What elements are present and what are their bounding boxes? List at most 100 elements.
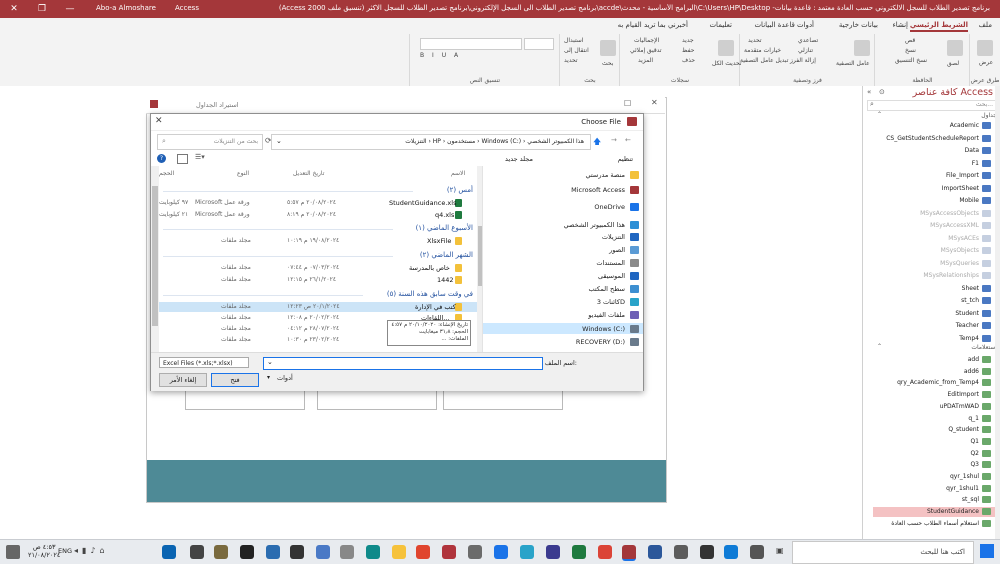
cut-button[interactable]: قص bbox=[905, 37, 915, 44]
group-header[interactable]: الشهر الماضي (٢) bbox=[420, 251, 473, 259]
save-record-button[interactable]: حفظ bbox=[682, 47, 694, 54]
selection-button[interactable]: تحديد bbox=[748, 37, 762, 44]
tab-create[interactable]: إنشاء bbox=[892, 21, 908, 29]
nav-item-drive-d[interactable]: RECOVERY (D:) bbox=[576, 338, 625, 346]
query-item[interactable]: qyr_1shul1 bbox=[946, 485, 979, 492]
filename-input[interactable]: ⌄ bbox=[263, 357, 543, 370]
filter-button[interactable]: عامل التصفية bbox=[836, 60, 870, 67]
nav-search-input[interactable]: بحث... ⌕ bbox=[867, 100, 997, 111]
nav-pane-title[interactable]: كافة عناصر Access bbox=[913, 87, 993, 98]
file-explorer-icon[interactable] bbox=[392, 545, 406, 559]
group-header[interactable]: في وقت سابق هذه السنة (٥) bbox=[387, 290, 473, 298]
group-header[interactable]: أمس (٢) bbox=[447, 186, 473, 194]
nav-item-music[interactable]: الموسيقى bbox=[598, 272, 625, 280]
toggle-filter-button[interactable]: تبديل عامل التصفية bbox=[740, 57, 788, 64]
ascending-button[interactable]: تصاعدي bbox=[798, 37, 818, 44]
query-item[interactable]: qyr_1shul bbox=[950, 473, 979, 480]
table-item[interactable]: MSysObjects bbox=[941, 247, 979, 254]
task-view-icon[interactable]: ▣ bbox=[776, 546, 784, 555]
taskbar-search-box[interactable]: اكتب هنا للبحث bbox=[792, 541, 974, 564]
query-item[interactable]: Q2 bbox=[970, 450, 979, 457]
restore-window-button[interactable]: ❐ bbox=[28, 0, 56, 18]
file-name[interactable]: q4.xls bbox=[435, 211, 454, 219]
column-name[interactable]: الاسم bbox=[451, 170, 465, 177]
firefox-icon[interactable] bbox=[416, 545, 430, 559]
query-item[interactable]: Q3 bbox=[970, 461, 979, 468]
chevron-down-icon[interactable]: ⌄ bbox=[267, 358, 273, 366]
app-icon[interactable] bbox=[366, 545, 380, 559]
file-name[interactable]: StudentGuidance.xls bbox=[389, 199, 456, 207]
table-item[interactable]: Academic bbox=[950, 122, 979, 129]
paste-button[interactable]: لصق bbox=[947, 60, 959, 67]
scrollbar-thumb[interactable] bbox=[152, 186, 158, 326]
query-item[interactable]: Q_student bbox=[948, 426, 979, 433]
tab-database-tools[interactable]: أدوات قاعدة البيانات bbox=[754, 21, 814, 29]
address-bar[interactable]: ⌄ هذا الكمبيوتر الشخصي ‹ Windows (C:) ‹ … bbox=[271, 134, 591, 150]
tab-home[interactable]: الشريط الرئيسي bbox=[909, 21, 968, 32]
excel-icon[interactable] bbox=[572, 545, 586, 559]
find-button[interactable]: بحث bbox=[602, 60, 613, 67]
nav-item-documents[interactable]: المستندات bbox=[596, 259, 625, 267]
word-icon[interactable] bbox=[648, 545, 662, 559]
file-name[interactable]: كتب في الإدارة bbox=[415, 303, 456, 311]
vertical-scrollbar[interactable] bbox=[995, 86, 1000, 539]
chevron-down-icon[interactable]: ⊙ bbox=[879, 88, 885, 96]
font-name-dropdown[interactable] bbox=[420, 38, 522, 50]
group-header[interactable]: الأسبوع الماضي (١) bbox=[416, 224, 473, 232]
language-indicator[interactable]: ENG bbox=[58, 547, 72, 555]
breadcrumb-item[interactable]: هذا الكمبيوتر الشخصي bbox=[527, 138, 584, 145]
goto-button[interactable]: انتقال إلى bbox=[564, 47, 589, 54]
app-icon[interactable] bbox=[340, 545, 354, 559]
table-item[interactable]: MSysQueries bbox=[940, 260, 979, 267]
query-item[interactable]: Q1 bbox=[970, 438, 979, 445]
help-icon[interactable]: ? bbox=[157, 154, 166, 163]
query-item[interactable]: add bbox=[968, 356, 979, 363]
column-size[interactable]: الحجم bbox=[159, 170, 174, 177]
preview-pane-icon[interactable] bbox=[177, 154, 188, 164]
nav-item-videos[interactable]: ملفات الفيديو bbox=[588, 311, 625, 319]
file-name[interactable]: خاص بالمدرسة bbox=[409, 264, 450, 272]
app-icon[interactable] bbox=[190, 545, 204, 559]
query-item[interactable]: qry_Academic_from_Temp4 bbox=[897, 379, 979, 386]
table-item[interactable]: MSysACEs bbox=[948, 235, 979, 242]
table-item[interactable]: Temp4 bbox=[959, 335, 979, 342]
close-window-button[interactable]: ✕ bbox=[0, 0, 28, 18]
table-item[interactable]: Sheet bbox=[962, 285, 979, 292]
app-icon[interactable] bbox=[468, 545, 482, 559]
bold-italic-underline-buttons[interactable]: B I U A bbox=[420, 52, 461, 59]
nav-item-onedrive[interactable]: OneDrive bbox=[594, 203, 625, 211]
spelling-button[interactable]: تدقيق إملائي bbox=[630, 47, 662, 54]
app-icon[interactable] bbox=[750, 545, 764, 559]
query-item[interactable]: استعلام أسماء الطلاب حسب العادة bbox=[891, 520, 979, 527]
app-icon[interactable] bbox=[214, 545, 228, 559]
table-item[interactable]: ImportSheet bbox=[942, 185, 979, 192]
tab-help[interactable]: تعليمات bbox=[709, 21, 732, 29]
nav-item-this-pc[interactable]: هذا الكمبيوتر الشخصي bbox=[564, 221, 625, 229]
app-icon[interactable] bbox=[520, 545, 534, 559]
remove-sort-button[interactable]: إزالة الفرز bbox=[790, 57, 816, 64]
nav-item-madrasati[interactable]: منصة مدرستي bbox=[586, 171, 626, 179]
replace-button[interactable]: استبدال bbox=[564, 37, 584, 44]
table-item[interactable]: File_Import bbox=[946, 172, 979, 179]
query-item[interactable]: StudentGuidance bbox=[927, 508, 979, 515]
view-icon[interactable] bbox=[977, 40, 993, 56]
tab-file[interactable]: ملف bbox=[979, 21, 992, 29]
open-button[interactable]: فتح bbox=[211, 373, 259, 387]
app-icon[interactable] bbox=[316, 545, 330, 559]
breadcrumb-item[interactable]: التنزيلات bbox=[405, 138, 426, 145]
chevron-up-icon[interactable]: ⌃ bbox=[877, 343, 882, 350]
breadcrumb-item[interactable]: Windows (C:) bbox=[481, 138, 521, 145]
dropbox-icon[interactable] bbox=[674, 545, 688, 559]
table-item[interactable]: Student bbox=[955, 310, 979, 317]
app-icon[interactable] bbox=[442, 545, 456, 559]
close-icon[interactable]: ✕ bbox=[651, 98, 658, 107]
chevron-up-icon[interactable]: ⌃ bbox=[877, 111, 882, 118]
file-name[interactable]: XlsxFile bbox=[427, 237, 451, 245]
vertical-scrollbar[interactable] bbox=[151, 166, 159, 352]
copy-button[interactable]: نسخ bbox=[905, 47, 916, 54]
organize-button[interactable]: تنظيم bbox=[618, 155, 633, 163]
app-icon[interactable] bbox=[266, 545, 280, 559]
cancel-button[interactable]: إلغاء الأمر bbox=[159, 373, 207, 387]
app-icon[interactable] bbox=[700, 545, 714, 559]
file-type-filter-select[interactable]: Excel Files (*.xls;*.xlsx) bbox=[159, 357, 249, 368]
